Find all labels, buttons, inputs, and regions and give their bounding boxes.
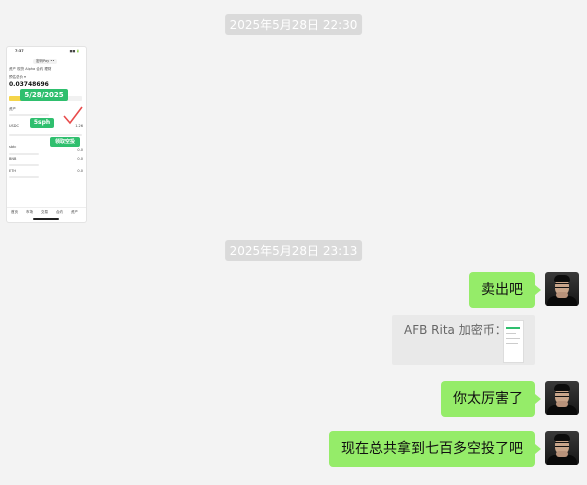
avatar-glasses: [555, 283, 569, 288]
placeholder-line: [9, 153, 39, 155]
top-tag: 密码Pay ••: [33, 59, 58, 64]
nav-item: 交易: [41, 210, 48, 214]
asset-row-label: USDC: [9, 124, 19, 128]
nav-divider: [7, 207, 86, 208]
timestamp: 2025年5月28日 23:13: [224, 240, 363, 261]
avatar-hair: [554, 384, 570, 391]
nav-item: 资产: [71, 210, 78, 214]
message-bubble[interactable]: 现在总共拿到七百多空投了吧: [329, 431, 541, 467]
avatar-glasses: [555, 392, 569, 397]
avatar[interactable]: [545, 381, 579, 415]
avatar-hands: [556, 292, 568, 298]
screenshot-image[interactable]: 7:37 ■■ 🔋 密码Pay •• 资产 现货 Alpha 合约 理财 预估总…: [6, 46, 87, 223]
home-indicator: [33, 218, 59, 220]
nav-item: 首页: [11, 210, 18, 214]
avatar-hair: [554, 434, 570, 441]
asset-row-label: BNB: [9, 157, 17, 161]
nav-item: 市场: [26, 210, 33, 214]
timestamp: 2025年5月28日 22:30: [224, 14, 363, 35]
placeholder-line: [9, 114, 49, 116]
avatar[interactable]: [545, 272, 579, 306]
avatar-hands: [556, 451, 568, 457]
status-icons: ■■ 🔋: [69, 49, 80, 53]
asset-row-value: 0.0: [77, 157, 83, 161]
divider: [9, 134, 82, 136]
asset-row-label: sbtc: [9, 145, 17, 149]
balance-label: 预估总价 ▾: [9, 75, 26, 79]
placeholder-line: [9, 176, 39, 178]
asset-row-label: ETH: [9, 169, 16, 173]
message-bubble[interactable]: 你太厉害了: [441, 381, 541, 417]
amount-tag: 5sph: [30, 118, 54, 128]
thumb-line: [506, 338, 520, 339]
status-time: 7:37: [15, 49, 24, 53]
asset-row-value: 1.26: [75, 124, 83, 128]
shared-card[interactable]: AFB Rita 加密币：: [392, 315, 535, 365]
balance-value: 0.03748696: [9, 81, 49, 88]
avatar-hands: [556, 401, 568, 407]
date-tag: 5/28/2025: [20, 89, 68, 101]
section-label: 资产: [9, 107, 16, 111]
asset-row-value: 0.0: [77, 169, 83, 173]
message-bubble[interactable]: 卖出吧: [469, 272, 541, 308]
tab-row: 资产 现货 Alpha 合约 理财: [9, 67, 52, 71]
thumb-line: [506, 327, 520, 329]
avatar-hair: [554, 275, 570, 282]
thumb-line: [506, 343, 518, 344]
avatar[interactable]: [545, 431, 579, 465]
thumb-line: [506, 333, 516, 334]
avatar-glasses: [555, 442, 569, 447]
placeholder-line: [9, 164, 39, 166]
airdrop-tag: 领取空投: [50, 137, 80, 147]
card-thumbnail: [503, 320, 524, 363]
nav-item: 合约: [56, 210, 63, 214]
asset-row-value: 0.0: [77, 148, 83, 152]
card-title: AFB Rita 加密币：: [404, 323, 507, 337]
